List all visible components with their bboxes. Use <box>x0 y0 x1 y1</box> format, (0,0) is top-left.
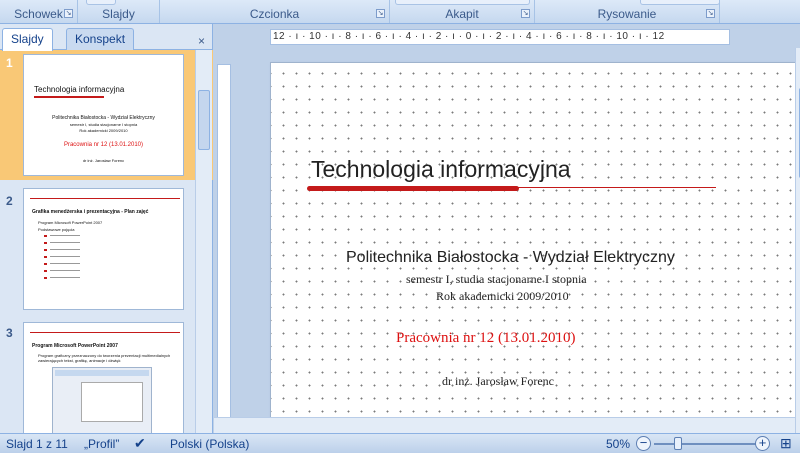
slide-title[interactable]: Technologia informacyjna <box>311 156 571 183</box>
horizontal-ruler[interactable]: 12 · ı · 10 · ı · 8 · ı · 6 · ı · 4 · ı … <box>270 29 730 45</box>
dialog-launcher-icon[interactable]: ↘ <box>64 9 73 18</box>
zoom-out-button[interactable]: − <box>636 436 651 451</box>
dialog-launcher-icon[interactable]: ↘ <box>521 9 530 18</box>
title-red-bar <box>307 186 519 191</box>
thumbnail-sub-bullets <box>44 235 47 281</box>
panel-scrollbar[interactable] <box>195 50 212 433</box>
language-indicator[interactable]: Polski (Polska) <box>170 437 249 451</box>
vertical-ruler[interactable] <box>217 64 231 424</box>
dialog-launcher-icon[interactable]: ↘ <box>706 9 715 18</box>
dialog-launcher-icon[interactable]: ↘ <box>376 9 385 18</box>
spellcheck-icon[interactable]: ✔ <box>134 435 146 452</box>
zoom-slider-track[interactable] <box>654 443 756 445</box>
thumbnail-line: semestr I, studia stacjonarne I stopnia <box>69 122 138 127</box>
ribbon-group-label: Slajdy <box>102 7 135 21</box>
thumbnail-line: Politechnika Białostocka - Wydział Elekt… <box>52 115 155 121</box>
thumbnail-bullet: Program graficzny przeznaczony do tworze… <box>38 353 171 363</box>
thumbnail-bullet: Program Microsoft PowerPoint 2007 <box>38 220 103 225</box>
thumbnail-list: 1 Technologia informacyjna Politechnika … <box>0 50 213 433</box>
thumbnail-screenshot-slide <box>81 382 143 422</box>
ribbon-group-label: Rysowanie <box>597 7 657 21</box>
zoom-slider-thumb[interactable] <box>674 437 682 450</box>
vertical-scrollbar[interactable]: ▲ ▼ <box>795 48 800 433</box>
thumbnail-header <box>30 326 180 333</box>
ribbon-group-clipboard: Schowek ↘ <box>0 0 78 23</box>
scrollbar-thumb[interactable] <box>198 90 210 150</box>
slide-lab-title[interactable]: Pracownia nr 12 (13.01.2010) <box>396 330 576 347</box>
thumbnail-screenshot-ribbon <box>55 370 149 376</box>
slide-counter: Slajd 1 z 11 <box>6 437 68 451</box>
thumbnail-screenshot-image <box>52 367 152 433</box>
ribbon-group-font: Czcionka ↘ <box>160 0 390 23</box>
slide-thumbnail[interactable]: Grafika menedżerska i prezentacyjna - Pl… <box>23 188 184 310</box>
thumbnail-line: Rok akademicki 2009/2010 <box>79 128 128 133</box>
thumbnail-number: 1 <box>6 56 13 70</box>
slide-institution[interactable]: Politechnika Białostocka - Wydział Elekt… <box>346 249 675 267</box>
thumbnail-number: 2 <box>6 194 13 208</box>
close-icon[interactable]: × <box>198 34 205 48</box>
thumbnail-row[interactable]: 3 Program Microsoft PowerPoint 2007 Prog… <box>0 320 213 433</box>
panel-tabs: Slajdy Konspekt × <box>0 28 213 51</box>
thumbnail-red-bar <box>34 96 104 98</box>
ribbon-group-label: Czcionka <box>249 7 300 21</box>
thumbnail-heading: Program Microsoft PowerPoint 2007 <box>32 343 118 349</box>
thumbnail-row[interactable]: 1 Technologia informacyjna Politechnika … <box>0 50 213 180</box>
slide-academic-year[interactable]: Rok akademicki 2009/2010 <box>436 289 569 304</box>
title-red-line <box>516 187 716 188</box>
fit-slide-icon[interactable]: ⊞ <box>780 435 792 452</box>
thumbnail-author: dr inż. Jarosław Forenc <box>82 158 125 163</box>
status-bar: Slajd 1 z 11 „Profil” ✔ Polski (Polska) … <box>0 433 800 453</box>
thumbnail-title: Technologia informacyjna <box>34 85 125 94</box>
thumbnail-sub-lines <box>50 235 80 281</box>
tab-outline[interactable]: Konspekt <box>66 28 135 50</box>
slide-editor: 12 · ı · 10 · ı · 8 · ı · 6 · ı · 4 · ı … <box>214 24 800 433</box>
ribbon-group-slides: Slajdy <box>78 0 160 23</box>
zoom-level[interactable]: 50% <box>606 437 630 451</box>
thumbnail-red-text: Pracownia nr 12 (13.01.2010) <box>63 142 144 148</box>
slides-panel: Slajdy Konspekt × 1 Technologia informac… <box>0 24 213 433</box>
tab-slides[interactable]: Slajdy <box>2 28 53 51</box>
ribbon-group-drawing: Rysowanie ↘ <box>535 0 720 23</box>
slide-thumbnail[interactable]: Program Microsoft PowerPoint 2007 Progra… <box>23 322 184 433</box>
thumbnail-bullet: Podstawowe pojęcia <box>38 227 75 232</box>
ribbon-group-label: Akapit <box>445 7 479 21</box>
thumbnail-number: 3 <box>6 326 13 340</box>
horizontal-scrollbar[interactable] <box>214 417 795 433</box>
thumbnail-heading: Grafika menedżerska i prezentacyjna - Pl… <box>32 209 149 215</box>
thumbnail-row[interactable]: 2 Grafika menedżerska i prezentacyjna - … <box>0 188 213 318</box>
theme-name[interactable]: „Profil” <box>84 437 119 451</box>
zoom-in-button[interactable]: + <box>755 436 770 451</box>
ribbon: Schowek ↘ Slajdy Czcionka ↘ Akapit ↘ Rys… <box>0 0 800 24</box>
thumbnail-header <box>30 192 180 199</box>
slide-study-info[interactable]: semestr I, studia stacjonarne I stopnia <box>406 272 587 287</box>
ribbon-group-paragraph: Akapit ↘ <box>390 0 535 23</box>
slide-canvas[interactable]: Technologia informacyjna Politechnika Bi… <box>270 62 797 423</box>
slide-thumbnail[interactable]: Technologia informacyjna Politechnika Bi… <box>23 54 184 176</box>
slide-author[interactable]: dr inż. Jarosław Forenc <box>442 374 554 389</box>
